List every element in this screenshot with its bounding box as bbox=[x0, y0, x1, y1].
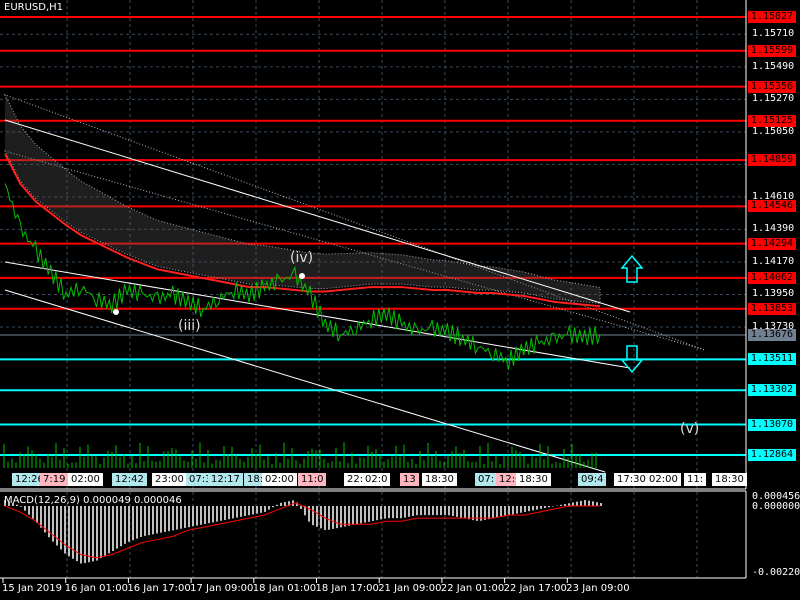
macd-signal-line bbox=[4, 502, 600, 559]
resistance-price-label: 1.14546 bbox=[748, 200, 796, 213]
wave-point-marker bbox=[113, 309, 119, 315]
session-tag: 02:00 bbox=[262, 473, 297, 486]
price-tick: 1.14390 bbox=[752, 223, 795, 235]
session-tag: 13 bbox=[400, 473, 419, 486]
chart-title: EURUSD,H1 bbox=[4, 2, 64, 13]
time-label: 18 Jan 17:00 bbox=[315, 583, 379, 594]
session-tag: 23:00 bbox=[152, 473, 187, 486]
time-label: 23 Jan 09:00 bbox=[566, 583, 630, 594]
session-tag: 02:00 bbox=[646, 473, 681, 486]
price-tick: 1.13950 bbox=[752, 288, 795, 300]
session-tag: 7:19 bbox=[40, 473, 69, 486]
resistance-price-label: 1.14294 bbox=[748, 237, 796, 250]
session-tag: 12:42 bbox=[112, 473, 147, 486]
channel-lower-line[interactable] bbox=[4, 289, 606, 473]
wave-label-iii: (iii) bbox=[178, 318, 201, 334]
wave-point-marker bbox=[299, 273, 305, 279]
time-label: 22 Jan 01:00 bbox=[440, 583, 505, 594]
time-label: 16 Jan 17:00 bbox=[127, 583, 191, 594]
resistance-price-label: 1.15125 bbox=[748, 114, 796, 127]
session-tag: 02:00 bbox=[68, 473, 103, 486]
cloud-fill bbox=[5, 94, 600, 304]
wave-label-iv: (iv) bbox=[290, 250, 314, 266]
support-price-label: 1.13070 bbox=[748, 418, 796, 431]
session-tag: 11:0 bbox=[298, 473, 327, 486]
time-label: 16 Jan 01:00 bbox=[64, 583, 129, 594]
macd-tick: 0.000000 bbox=[752, 501, 800, 512]
wave-label-v: (v) bbox=[680, 421, 700, 437]
resistance-price-label: 1.15356 bbox=[748, 80, 796, 93]
session-tag: 17:30 bbox=[614, 473, 649, 486]
macd-title: MACD(12,26,9) 0.000049 0.000046 bbox=[4, 495, 182, 506]
session-tag: 18:30 bbox=[422, 473, 457, 486]
signal-arrows bbox=[620, 254, 644, 374]
chart-canvas[interactable] bbox=[0, 0, 800, 600]
session-tag: 07: bbox=[475, 473, 498, 486]
time-label: 17 Jan 09:00 bbox=[190, 583, 254, 594]
session-tag: 18:30 bbox=[712, 473, 747, 486]
price-tick: 1.15270 bbox=[752, 93, 795, 105]
macd-tick: -0.002204 bbox=[752, 567, 800, 578]
session-tag: 02:0 bbox=[362, 473, 391, 486]
session-tag: 11: bbox=[684, 473, 707, 486]
current-price-label: 1.13676 bbox=[748, 328, 796, 341]
price-tick: 1.14170 bbox=[752, 255, 795, 267]
session-tag: 09:4 bbox=[578, 473, 607, 486]
price-tick: 1.15050 bbox=[752, 125, 795, 137]
resistance-price-label: 1.15599 bbox=[748, 44, 796, 57]
price-tick: 1.15490 bbox=[752, 60, 795, 72]
resistance-price-label: 1.14062 bbox=[748, 271, 796, 284]
session-tag: 18:30 bbox=[516, 473, 551, 486]
time-label: 21 Jan 09:00 bbox=[378, 583, 442, 594]
support-price-label: 1.12864 bbox=[748, 448, 796, 461]
time-label: 15 Jan 2019 bbox=[2, 583, 62, 594]
resistance-price-label: 1.15827 bbox=[748, 11, 796, 23]
ichimoku-cloud bbox=[3, 94, 706, 351]
time-label: 22 Jan 17:00 bbox=[503, 583, 567, 594]
price-tick: 1.15710 bbox=[752, 28, 795, 40]
support-price-label: 1.13511 bbox=[748, 353, 796, 366]
session-tag: 12:17 bbox=[208, 473, 243, 486]
time-label: 18 Jan 01:00 bbox=[252, 583, 317, 594]
resistance-price-label: 1.13853 bbox=[748, 302, 796, 315]
resistance-price-label: 1.14859 bbox=[748, 154, 796, 167]
macd-histogram bbox=[4, 499, 602, 564]
support-price-label: 1.13302 bbox=[748, 384, 796, 397]
